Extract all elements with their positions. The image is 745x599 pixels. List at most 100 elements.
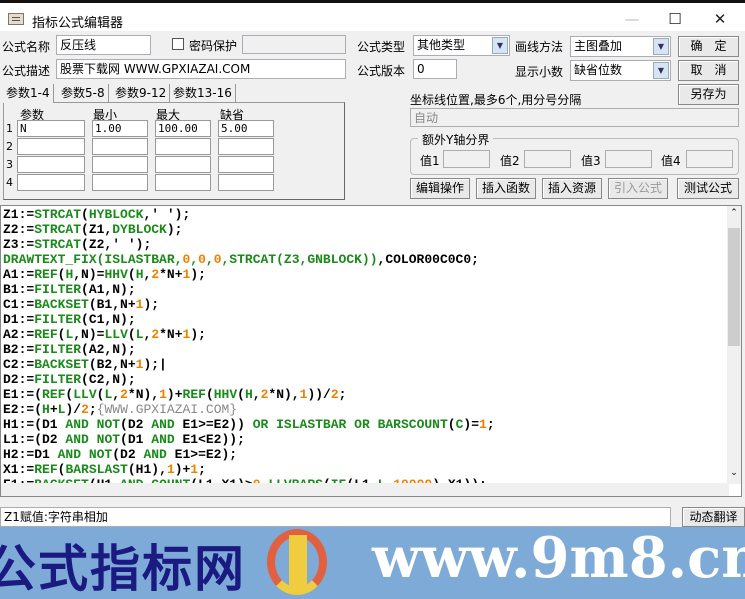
param-name-input[interactable]: N	[17, 120, 85, 137]
scroll-thumb[interactable]	[728, 228, 740, 346]
draw-method-select[interactable]: 主图叠加 ▼	[570, 36, 671, 57]
param-min-input[interactable]	[92, 156, 148, 173]
code-token: L	[135, 327, 144, 342]
param-name-input[interactable]	[17, 156, 85, 173]
code-token: (A1,N);	[81, 282, 136, 297]
code-token: ,	[205, 252, 214, 267]
code-token: 2	[151, 327, 160, 342]
param-min-input[interactable]	[92, 138, 148, 155]
code-token: REF	[34, 267, 58, 282]
code-line: B2:=FILTER(A2,N);	[3, 342, 495, 357]
password-checkbox[interactable]	[172, 38, 184, 50]
param-max-input[interactable]	[155, 156, 211, 173]
code-token: )=	[463, 417, 480, 432]
test-formula-button[interactable]: 测试公式	[677, 178, 739, 199]
dynamic-translate-button[interactable]: 动态翻译	[682, 507, 745, 527]
code-token: E2:=(	[3, 402, 43, 417]
decimal-label: 显示小数	[515, 65, 564, 79]
formula-version-input[interactable]: 0	[413, 59, 457, 79]
code-line: A2:=REF(L,N)=LLV(L,2*N+1);	[3, 327, 495, 342]
code-token: (B2,N+	[88, 357, 136, 372]
edit-ops-button[interactable]: 编辑操作	[410, 178, 470, 199]
decimal-select[interactable]: 缺省位数 ▼	[570, 60, 671, 81]
tab-params-13-16[interactable]: 参数13-16	[170, 84, 236, 103]
tab-params-9-12[interactable]: 参数9-12	[112, 84, 171, 103]
param-min-input[interactable]: 1.00	[92, 120, 148, 137]
password-input[interactable]	[242, 35, 346, 54]
import-formula-button[interactable]: 引入公式	[608, 178, 668, 199]
formula-name-input[interactable]: 反压线	[56, 35, 151, 55]
value3-input[interactable]	[605, 150, 652, 168]
ok-button[interactable]: 确 定	[678, 36, 739, 57]
code-editor[interactable]: Z1:=STRCAT(HYBLOCK,' '); Z2:=STRCAT(Z1,DY…	[0, 205, 742, 497]
code-token: +	[49, 402, 58, 417]
tab-params-1-4[interactable]: 参数1-4	[3, 84, 54, 103]
code-line: H2:=D1 AND NOT(D2 AND E1>=E2);	[3, 447, 495, 462]
code-token: LLV	[73, 387, 97, 402]
code-line: D2:=FILTER(C2,N);	[3, 372, 495, 387]
save-as-button[interactable]: 另存为	[678, 84, 739, 105]
param-default-input[interactable]	[218, 174, 274, 191]
param-min-input[interactable]	[92, 174, 148, 191]
cancel-button[interactable]: 取 消	[678, 60, 739, 81]
param-max-input[interactable]: 100.00	[155, 120, 211, 137]
code-line: X1:=REF(BARSLAST(H1),1)+1;	[3, 462, 495, 477]
value1-input[interactable]	[443, 150, 490, 168]
code-token: Z3:=	[3, 237, 35, 252]
param-max-input[interactable]	[155, 174, 211, 191]
insert-function-button[interactable]: 插入函数	[476, 178, 536, 199]
code-token: H	[42, 402, 50, 417]
code-token: B2:=	[3, 342, 35, 357]
formula-type-select[interactable]: 其他类型 ▼	[413, 35, 510, 56]
code-token: )/	[65, 402, 82, 417]
formula-desc-input[interactable]: 股票下载网 WWW.GPXIAZAI.COM	[56, 59, 346, 79]
code-token: ,N)=	[73, 267, 105, 282]
value4-input[interactable]	[686, 150, 733, 168]
code-token: (H1),	[127, 462, 167, 477]
param-default-input[interactable]: 5.00	[218, 120, 274, 137]
code-token: H2:=D1	[3, 447, 58, 462]
code-token: E1>=E2))	[174, 417, 253, 432]
code-token: AND	[57, 447, 82, 462]
vertical-scrollbar[interactable]: ⌃ ⌄	[727, 206, 741, 484]
value4-label: 值4	[661, 154, 681, 168]
code-token: H1:=(D1	[3, 417, 66, 432]
code-token: ISLASTBAR	[276, 417, 347, 432]
code-token: STRCAT	[34, 237, 82, 252]
code-token: FILTER	[34, 342, 82, 357]
code-token: E1:=(	[3, 387, 43, 402]
value2-input[interactable]	[524, 150, 571, 168]
param-max-input[interactable]	[155, 138, 211, 155]
code-token: B1:=	[3, 282, 35, 297]
axis-label: 坐标线位置,最多6个,用分号分隔	[410, 93, 582, 107]
code-token: E1>=E2);	[166, 447, 238, 462]
close-button[interactable]: ✕	[700, 8, 740, 30]
insert-resource-button[interactable]: 插入资源	[542, 178, 602, 199]
status-text: Z1赋值:字符串相加	[0, 507, 671, 527]
horizontal-scrollbar[interactable]	[1, 483, 729, 496]
logo-figure-icon	[289, 535, 307, 593]
scroll-down-icon[interactable]: ⌄	[728, 468, 740, 478]
minimize-button[interactable]: —	[612, 8, 652, 30]
tab-params-5-8[interactable]: 参数5-8	[58, 84, 109, 103]
code-token: BACKSET	[34, 297, 89, 312]
code-token: 2	[120, 387, 128, 402]
code-token: BACKSET	[34, 357, 89, 372]
param-name-input[interactable]	[17, 174, 85, 191]
code-token: ,COLOR00C0C0;	[377, 252, 479, 267]
code-token: ))/	[307, 387, 331, 402]
code-token: LLV	[104, 327, 128, 342]
param-default-input[interactable]	[218, 138, 274, 155]
code-token: Z1:=	[3, 207, 35, 222]
scroll-up-icon[interactable]: ⌃	[728, 208, 740, 218]
code-token: AND	[65, 432, 89, 447]
maximize-button[interactable]: ☐	[655, 8, 695, 30]
code-lines[interactable]: Z1:=STRCAT(HYBLOCK,' '); Z2:=STRCAT(Z1,DY…	[3, 207, 495, 492]
param-name-input[interactable]	[17, 138, 85, 155]
param-default-input[interactable]	[218, 156, 274, 173]
axis-input[interactable]: 自动	[410, 108, 739, 127]
code-token: *N+	[159, 267, 183, 282]
code-token: (	[127, 267, 136, 282]
